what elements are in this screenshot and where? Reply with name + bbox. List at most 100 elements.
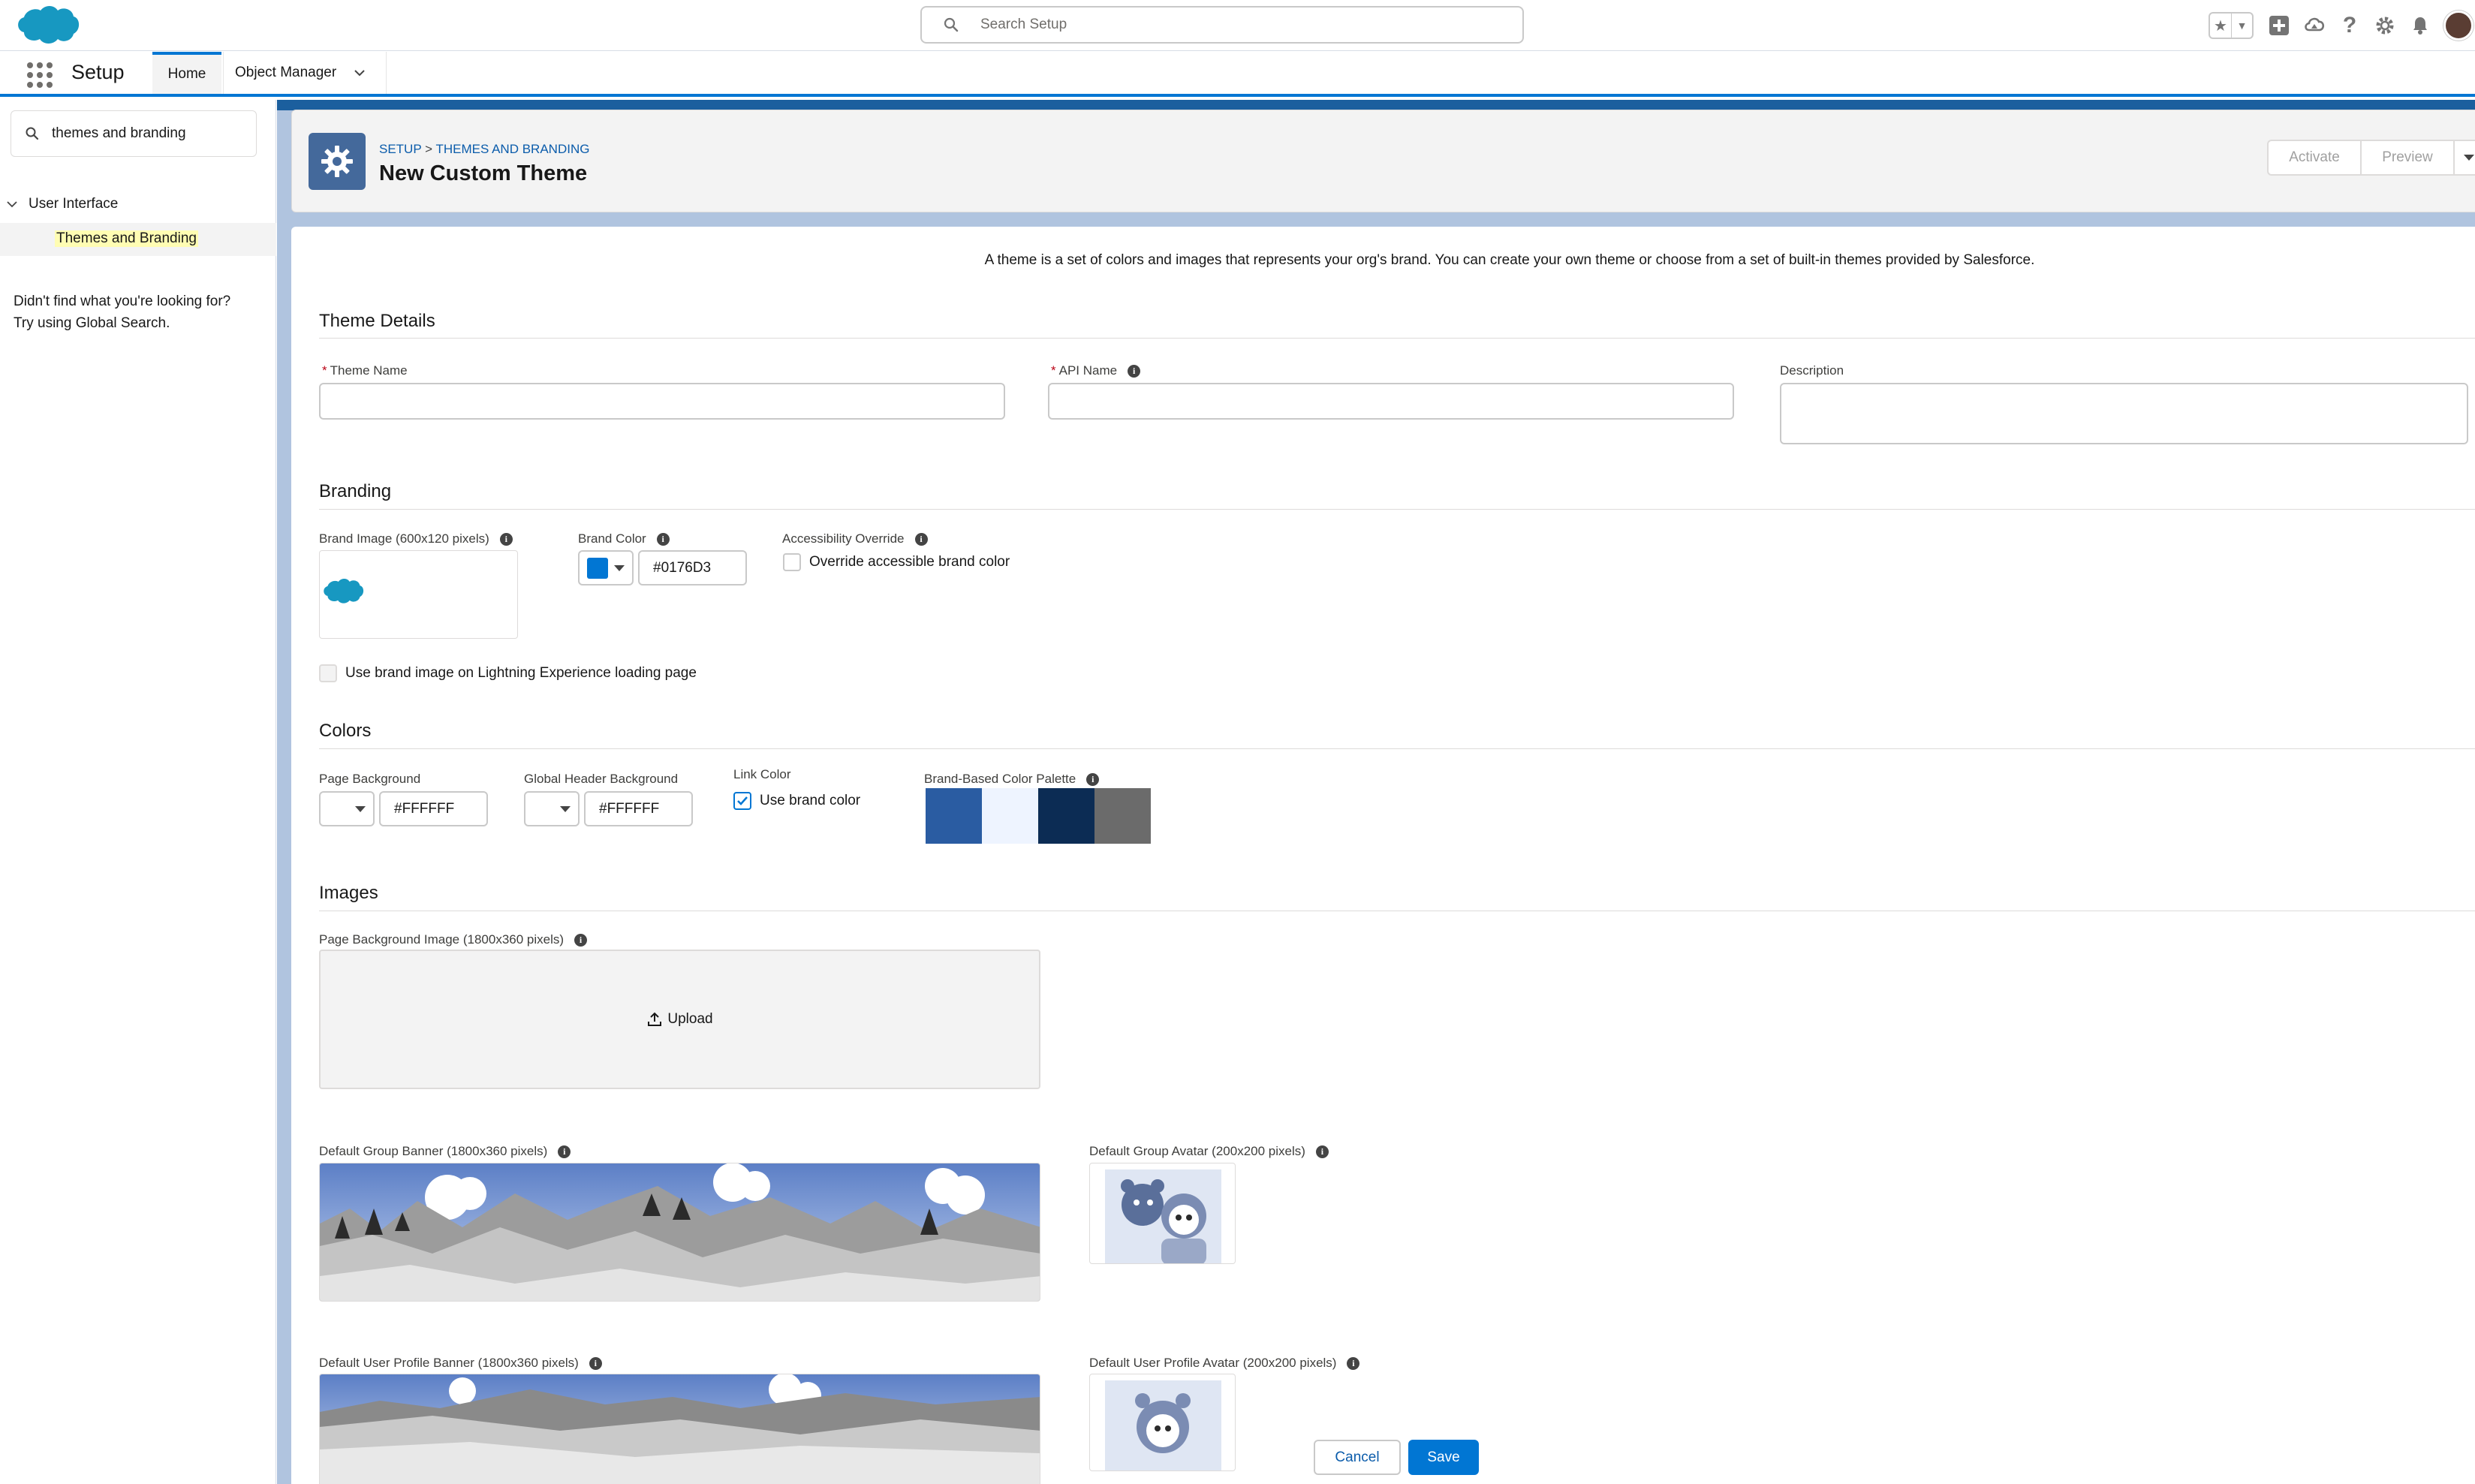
sidebar-item-themes-and-branding[interactable]: Themes and Branding	[0, 223, 276, 256]
tab-home[interactable]: Home	[152, 52, 221, 94]
profile-avatar-image[interactable]	[1089, 1374, 1236, 1471]
favorites-star-icon[interactable]: ★	[2210, 14, 2231, 38]
global-actions-add-icon[interactable]	[2267, 14, 2291, 38]
theme-name-label: * Theme Name	[322, 363, 408, 378]
palette-swatch-2	[982, 788, 1038, 844]
sidebar-item-label: Themes and Branding	[55, 230, 198, 247]
theme-name-input[interactable]	[319, 383, 1005, 420]
global-header-background-hex-input[interactable]: #FFFFFF	[584, 791, 693, 826]
page-background-label: Page Background	[319, 772, 420, 787]
quick-find-input[interactable]: themes and branding	[11, 110, 257, 157]
chevron-down-icon[interactable]	[353, 66, 366, 80]
not-found-line-1: Didn't find what you're looking for?	[14, 293, 231, 309]
info-icon[interactable]: i	[589, 1356, 602, 1370]
trailhead-guidance-icon[interactable]	[2302, 14, 2326, 38]
header-button-group: Activate Preview	[2267, 140, 2475, 176]
caret-down-icon	[355, 805, 366, 812]
api-name-label-text: API Name	[1058, 363, 1118, 378]
brand-palette-label: Brand-Based Color Palette i	[924, 772, 1100, 787]
help-icon[interactable]: ?	[2338, 13, 2362, 38]
breadcrumb-themes-link[interactable]: THEMES AND BRANDING	[435, 142, 589, 156]
brand-color-picker-button[interactable]	[578, 550, 634, 585]
page-title: New Custom Theme	[379, 161, 588, 185]
breadcrumb: SETUP > THEMES AND BRANDING	[379, 142, 589, 157]
caret-down-icon	[614, 564, 625, 571]
profile-banner-label-text: Default User Profile Banner (1800x360 pi…	[319, 1356, 579, 1370]
profile-banner-label: Default User Profile Banner (1800x360 pi…	[319, 1356, 602, 1371]
setup-gear-icon	[309, 133, 366, 190]
page-background-hex-input[interactable]: #FFFFFF	[379, 791, 488, 826]
caret-down-icon	[560, 805, 571, 812]
upload-label: Upload	[667, 1011, 713, 1027]
info-icon[interactable]: i	[574, 933, 588, 947]
search-placeholder: Search Setup	[980, 17, 1067, 32]
global-header-background-label: Global Header Background	[524, 772, 678, 787]
override-brand-color-checkbox[interactable]	[783, 553, 801, 571]
notifications-bell-icon[interactable]	[2408, 14, 2432, 38]
more-actions-button[interactable]	[2455, 140, 2475, 176]
activate-button[interactable]: Activate	[2267, 140, 2362, 176]
header-utility-icons: ★ ▼ ?	[2209, 9, 2473, 42]
loading-page-label: Use brand image on Lightning Experience …	[345, 665, 697, 681]
setup-search-input[interactable]: Search Setup	[920, 6, 1524, 44]
brand-color-swatch	[587, 557, 608, 579]
group-banner-label-text: Default Group Banner (1800x360 pixels)	[319, 1144, 548, 1158]
brand-color-label: Brand Color i	[578, 531, 670, 546]
salesforce-logo[interactable]	[12, 3, 81, 48]
info-icon[interactable]: i	[656, 532, 670, 546]
info-icon[interactable]: i	[1315, 1145, 1329, 1158]
info-icon[interactable]: i	[558, 1145, 571, 1158]
favorites-group: ★ ▼	[2209, 12, 2254, 39]
info-icon[interactable]: i	[1086, 772, 1100, 786]
tree-node-label: User Interface	[29, 196, 119, 212]
loading-page-checkbox[interactable]	[319, 664, 337, 682]
info-icon[interactable]: i	[1128, 364, 1141, 378]
page-background-upload-area[interactable]: Upload	[319, 950, 1040, 1089]
brand-color-label-text: Brand Color	[578, 531, 646, 546]
group-banner-image[interactable]	[319, 1163, 1040, 1302]
group-avatar-label-text: Default Group Avatar (200x200 pixels)	[1089, 1144, 1305, 1158]
description-textarea[interactable]	[1780, 383, 2468, 444]
group-avatar-image[interactable]	[1089, 1163, 1236, 1264]
info-icon[interactable]: i	[1347, 1356, 1360, 1370]
profile-banner-image[interactable]	[319, 1374, 1040, 1484]
api-name-input[interactable]	[1048, 383, 1734, 420]
info-icon[interactable]: i	[914, 532, 928, 546]
profile-avatar-label: Default User Profile Avatar (200x200 pix…	[1089, 1356, 1360, 1371]
context-bar: Setup Home Object Manager	[0, 52, 2475, 97]
info-icon[interactable]: i	[499, 532, 513, 546]
global-header-background-label-text: Global Header Background	[524, 772, 679, 786]
tree-node-user-interface[interactable]: User Interface	[6, 196, 118, 212]
cancel-button[interactable]: Cancel	[1314, 1440, 1401, 1475]
setup-gear-icon[interactable]	[2373, 14, 2397, 38]
group-banner-label: Default Group Banner (1800x360 pixels) i	[319, 1144, 571, 1159]
theme-name-label-text: Theme Name	[330, 363, 408, 378]
user-avatar[interactable]	[2443, 11, 2473, 41]
breadcrumb-setup-link[interactable]: SETUP	[379, 142, 421, 156]
link-color-label-text: Link Color	[733, 767, 791, 781]
use-brand-color-checkbox[interactable]	[733, 792, 751, 810]
chevron-down-icon	[2464, 155, 2474, 161]
required-marker: *	[1051, 363, 1056, 378]
save-button[interactable]: Save	[1408, 1440, 1479, 1475]
global-header: Search Setup ★ ▼ ?	[0, 0, 2475, 51]
divider	[319, 509, 2475, 510]
use-brand-color-label: Use brand color	[760, 793, 861, 808]
page-background-label-text: Page Background	[319, 772, 421, 786]
global-header-background-picker-button[interactable]	[524, 791, 580, 826]
page-background-picker-button[interactable]	[319, 791, 375, 826]
group-avatar-label: Default Group Avatar (200x200 pixels) i	[1089, 1144, 1329, 1159]
link-color-label: Link Color	[733, 767, 791, 782]
palette-swatch-4	[1094, 788, 1151, 844]
brand-color-hex-input[interactable]: #0176D3	[638, 550, 747, 585]
profile-avatar-label-text: Default User Profile Avatar (200x200 pix…	[1089, 1356, 1337, 1370]
brand-image-preview[interactable]	[319, 550, 518, 639]
palette-swatch-1	[926, 788, 982, 844]
app-name: Setup	[71, 61, 125, 83]
intro-text: A theme is a set of colors and images th…	[291, 252, 2475, 269]
tab-object-manager[interactable]: Object Manager	[223, 52, 387, 94]
preview-button[interactable]: Preview	[2362, 140, 2455, 176]
favorites-menu-icon[interactable]: ▼	[2231, 14, 2252, 38]
page-background-swatch	[328, 798, 349, 820]
app-launcher-icon[interactable]	[27, 62, 53, 88]
